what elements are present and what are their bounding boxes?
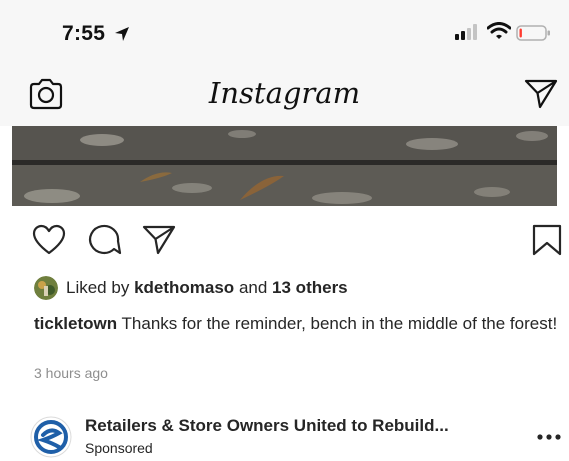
caption-text: Thanks for the reminder, bench in the mi… [121,314,558,333]
app-title: Instagram [208,76,361,110]
liker-avatar[interactable] [34,276,58,300]
cellular-signal-icon [455,24,477,40]
liked-by-others[interactable]: 13 others [272,278,348,298]
battery-low-icon [516,25,550,41]
bookmark-icon[interactable] [530,224,564,256]
sponsor-account-name[interactable]: Retailers & Store Owners United to Rebui… [85,416,449,436]
liked-by-user[interactable]: kdethomaso [134,278,234,298]
battery-fill [519,28,522,38]
likes-summary[interactable]: Liked by kdethomaso and 13 others [34,275,348,301]
wifi-icon [487,22,511,39]
more-options-icon[interactable] [536,430,562,444]
post-timestamp: 3 hours ago [34,365,108,381]
status-time: 7:55 [62,22,106,45]
post-caption: tickletown Thanks for the reminder, benc… [34,313,562,335]
direct-message-icon[interactable] [524,78,558,110]
post-image[interactable] [12,126,557,206]
liked-by-prefix: Liked by [66,278,130,297]
sponsored-label: Sponsored [85,440,153,456]
sponsor-avatar[interactable] [30,416,72,458]
comment-icon[interactable] [88,224,122,256]
status-bar: 7:55 [0,0,569,62]
caption-username[interactable]: tickletown [34,314,117,333]
location-arrow-icon [115,27,129,41]
app-header: Instagram [0,62,569,126]
liked-by-joiner: and [238,278,268,297]
heart-icon[interactable] [32,224,66,256]
share-icon[interactable] [142,224,176,256]
